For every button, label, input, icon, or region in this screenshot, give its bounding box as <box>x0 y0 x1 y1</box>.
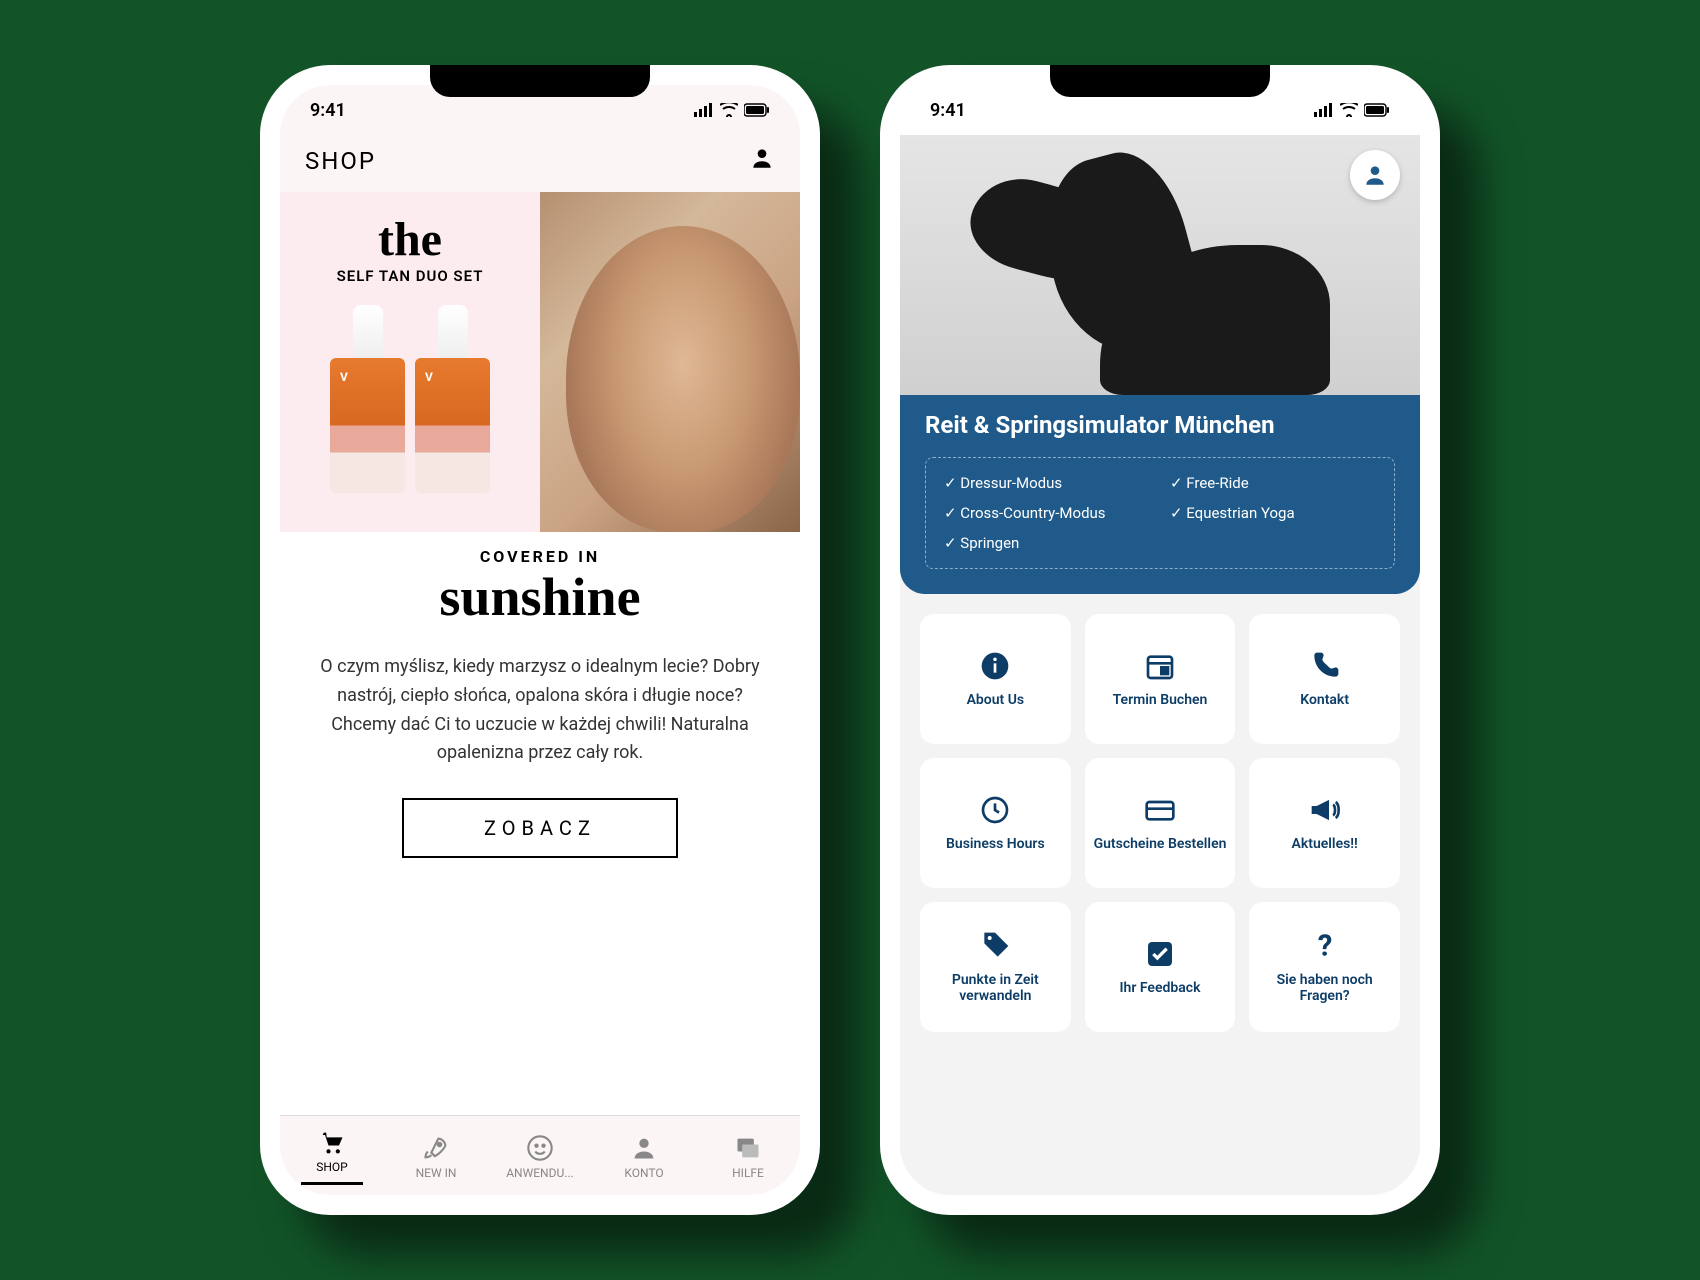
title-card: Reit & Springsimulator München Dressur-M… <box>900 389 1420 594</box>
info-icon <box>979 650 1011 682</box>
tile-label: Gutscheine Bestellen <box>1094 836 1227 852</box>
tile-fragen[interactable]: ? Sie haben noch Fragen? <box>1249 902 1400 1032</box>
tab-label: HILFE <box>732 1166 764 1180</box>
tile-label: Punkte in Zeit verwandeln <box>928 972 1063 1004</box>
bottle-1 <box>330 305 405 495</box>
product-bottles <box>330 305 490 495</box>
tile-termin[interactable]: Termin Buchen <box>1085 614 1236 744</box>
phone-mockup-shop: 9:41 SHOP the SELF TAN DUO SET <box>260 65 820 1215</box>
check-icon <box>1144 938 1176 970</box>
chat-icon <box>734 1134 762 1162</box>
menu-grid: About Us Termin Buchen Kontakt Business … <box>900 594 1420 1052</box>
tab-label: SHOP <box>316 1160 348 1174</box>
tile-label: Aktuelles!! <box>1292 836 1358 852</box>
feature-item: Free-Ride <box>1170 474 1376 492</box>
profile-icon[interactable] <box>749 145 775 177</box>
tagline-sunshine: sunshine <box>280 566 800 628</box>
header: SHOP <box>280 135 800 192</box>
tile-about[interactable]: About Us <box>920 614 1071 744</box>
wifi-icon <box>720 103 738 117</box>
tagline-block: COVERED IN sunshine <box>280 532 800 633</box>
signal-icon <box>694 103 714 117</box>
tile-label: Sie haben noch Fragen? <box>1257 972 1392 1004</box>
bullhorn-icon <box>1309 794 1341 826</box>
hero-subtitle: SELF TAN DUO SET <box>337 267 484 285</box>
tab-shop[interactable]: SHOP <box>280 1116 384 1195</box>
tab-hilfe[interactable]: HILFE <box>696 1116 800 1195</box>
phone-screen: 9:41 Reit & Springsimulator München Dres… <box>900 85 1420 1195</box>
calendar-icon <box>1144 650 1176 682</box>
tag-icon <box>979 930 1011 962</box>
status-time: 9:41 <box>930 100 966 121</box>
battery-icon <box>744 103 770 117</box>
tab-bar: SHOP NEW IN ANWENDU... KONTO HILFE <box>280 1115 800 1195</box>
phone-screen: 9:41 SHOP the SELF TAN DUO SET <box>280 85 800 1195</box>
tab-anwendung[interactable]: ANWENDU... <box>488 1116 592 1195</box>
rocket-icon <box>422 1134 450 1162</box>
feature-item: Equestrian Yoga <box>1170 504 1376 522</box>
tile-label: About Us <box>967 692 1025 708</box>
feature-item: Springen <box>944 534 1150 552</box>
svg-text:?: ? <box>1317 930 1332 962</box>
app-title: Reit & Springsimulator München <box>925 411 1395 439</box>
tile-label: Ihr Feedback <box>1120 980 1201 996</box>
battery-icon <box>1364 103 1390 117</box>
status-icons <box>1314 103 1390 117</box>
signal-icon <box>1314 103 1334 117</box>
phone-icon <box>1309 650 1341 682</box>
horse-graphic <box>910 155 1330 395</box>
tile-label: Kontakt <box>1300 692 1349 708</box>
hero-image <box>900 135 1420 395</box>
tile-kontakt[interactable]: Kontakt <box>1249 614 1400 744</box>
hero-the: the <box>378 212 442 267</box>
tile-label: Business Hours <box>946 836 1045 852</box>
bottle-2 <box>415 305 490 495</box>
tile-feedback[interactable]: Ihr Feedback <box>1085 902 1236 1032</box>
tab-label: ANWENDU... <box>506 1166 574 1180</box>
phone-notch <box>430 65 650 97</box>
person-icon <box>630 1134 658 1162</box>
tab-konto[interactable]: KONTO <box>592 1116 696 1195</box>
feature-item: Cross-Country-Modus <box>944 504 1150 522</box>
cart-icon <box>318 1128 346 1156</box>
feature-item: Dressur-Modus <box>944 474 1150 492</box>
status-icons <box>694 103 770 117</box>
tile-gutscheine[interactable]: Gutscheine Bestellen <box>1085 758 1236 888</box>
hero-left: the SELF TAN DUO SET <box>280 192 540 532</box>
tab-newin[interactable]: NEW IN <box>384 1116 488 1195</box>
tile-label: Termin Buchen <box>1113 692 1208 708</box>
tagline-covered: COVERED IN <box>280 547 800 566</box>
tab-label: NEW IN <box>416 1166 457 1180</box>
question-icon: ? <box>1309 930 1341 962</box>
phone-mockup-reit: 9:41 Reit & Springsimulator München Dres… <box>880 65 1440 1215</box>
clock-icon <box>979 794 1011 826</box>
profile-button[interactable] <box>1350 150 1400 200</box>
card-icon <box>1144 794 1176 826</box>
tile-aktuelles[interactable]: Aktuelles!! <box>1249 758 1400 888</box>
hero-banner[interactable]: the SELF TAN DUO SET <box>280 192 800 532</box>
person-icon <box>1362 162 1388 188</box>
tile-hours[interactable]: Business Hours <box>920 758 1071 888</box>
wifi-icon <box>1340 103 1358 117</box>
hero-description: O czym myślisz, kiedy marzysz o idealnym… <box>280 633 800 788</box>
smile-icon <box>526 1134 554 1162</box>
status-time: 9:41 <box>310 100 346 121</box>
tab-label: KONTO <box>624 1166 663 1180</box>
header-title: SHOP <box>305 147 376 175</box>
feature-list: Dressur-Modus Free-Ride Cross-Country-Mo… <box>925 457 1395 569</box>
cta-button[interactable]: ZOBACZ <box>402 798 678 858</box>
hero-model-image <box>540 192 800 532</box>
phone-notch <box>1050 65 1270 97</box>
tile-punkte[interactable]: Punkte in Zeit verwandeln <box>920 902 1071 1032</box>
